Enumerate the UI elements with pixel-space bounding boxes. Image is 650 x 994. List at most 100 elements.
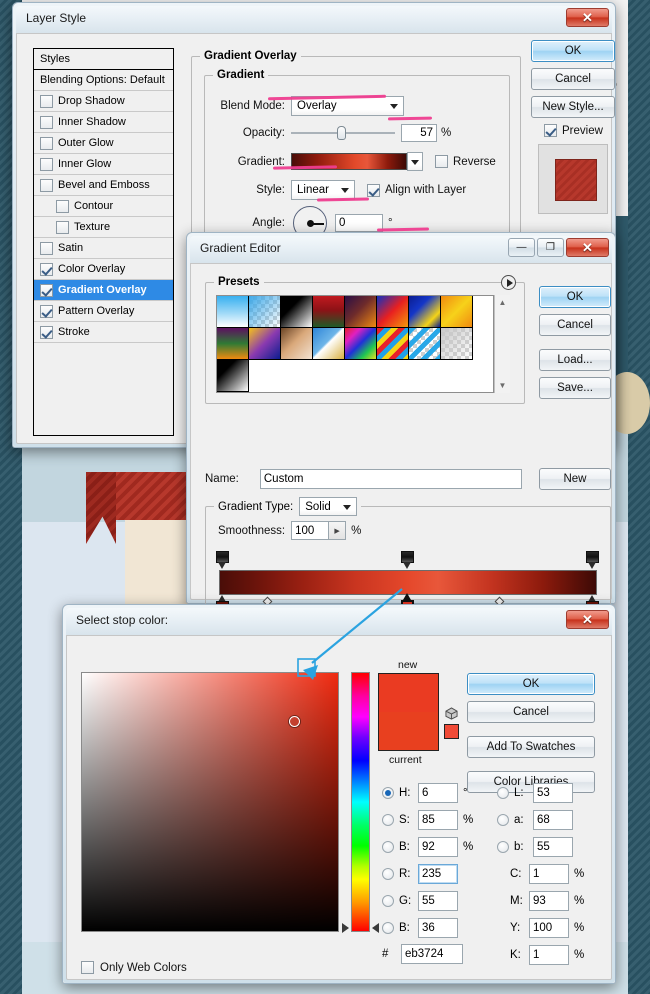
sidebar-item-color-overlay[interactable]: Color Overlay bbox=[34, 259, 173, 280]
layer-style-ok-button[interactable]: OK bbox=[531, 40, 615, 62]
effect-checkbox[interactable] bbox=[56, 200, 69, 213]
hue-slider[interactable] bbox=[351, 672, 370, 932]
gradient-editor-load-button[interactable]: Load... bbox=[539, 349, 611, 371]
color-field-input-y[interactable]: 100 bbox=[529, 918, 569, 938]
color-field-input-a[interactable]: 68 bbox=[533, 810, 573, 830]
color-mode-radio-b[interactable] bbox=[382, 922, 394, 934]
gradient-preset-5[interactable] bbox=[345, 296, 377, 328]
opacity-slider-thumb[interactable] bbox=[337, 126, 346, 140]
layer-style-titlebar[interactable]: Layer Style ✕ bbox=[16, 6, 612, 33]
gradient-type-select[interactable]: Solid bbox=[299, 497, 357, 516]
sidebar-item-bevel-and-emboss[interactable]: Bevel and Emboss bbox=[34, 175, 173, 196]
layer-style-cancel-button[interactable]: Cancel bbox=[531, 68, 615, 90]
color-picker-cursor[interactable] bbox=[289, 716, 300, 727]
layer-style-effects-list[interactable]: Styles Blending Options: Default Drop Sh… bbox=[33, 48, 174, 436]
opacity-input[interactable]: 57 bbox=[401, 124, 437, 142]
angle-input[interactable]: 0 bbox=[335, 214, 383, 232]
preview-checkbox[interactable] bbox=[544, 124, 557, 137]
gradient-preset-1[interactable] bbox=[217, 296, 249, 328]
effect-checkbox[interactable] bbox=[40, 242, 53, 255]
color-field-input-b[interactable]: 36 bbox=[418, 918, 458, 938]
color-field-input-h[interactable]: 6 bbox=[418, 783, 458, 803]
gradient-picker-dropdown[interactable] bbox=[407, 152, 423, 171]
close-icon[interactable]: ✕ bbox=[566, 8, 609, 27]
color-mode-radio-b[interactable] bbox=[497, 841, 509, 853]
gradient-preset-6[interactable] bbox=[377, 296, 409, 328]
maximize-icon[interactable]: ❐ bbox=[537, 238, 564, 257]
color-mode-radio-a[interactable] bbox=[497, 814, 509, 826]
color-field-input-g[interactable]: 55 bbox=[418, 891, 458, 911]
effect-checkbox[interactable] bbox=[56, 221, 69, 234]
sidebar-item-stroke[interactable]: Stroke bbox=[34, 322, 173, 343]
color-mode-radio-l[interactable] bbox=[497, 787, 509, 799]
color-mode-radio-s[interactable] bbox=[382, 814, 394, 826]
sidebar-item-pattern-overlay[interactable]: Pattern Overlay bbox=[34, 301, 173, 322]
effect-checkbox[interactable] bbox=[40, 137, 53, 150]
effect-checkbox[interactable] bbox=[40, 158, 53, 171]
gradient-editor-cancel-button[interactable]: Cancel bbox=[539, 314, 611, 336]
gradient-new-button[interactable]: New bbox=[539, 468, 611, 490]
gradient-preset-17[interactable] bbox=[217, 360, 249, 392]
gradient-preset-10[interactable] bbox=[249, 328, 281, 360]
sidebar-item-inner-shadow[interactable]: Inner Shadow bbox=[34, 112, 173, 133]
layer-style-new-style-button[interactable]: New Style... bbox=[531, 96, 615, 118]
color-field-input-r[interactable]: 235 bbox=[418, 864, 458, 884]
color-mode-radio-r[interactable] bbox=[382, 868, 394, 880]
web-safe-swatch[interactable] bbox=[444, 724, 459, 739]
gradient-preview-bar[interactable] bbox=[219, 570, 597, 595]
out-of-gamut-warning-icon[interactable] bbox=[445, 707, 458, 720]
reverse-checkbox[interactable] bbox=[435, 155, 448, 168]
gradient-preset-2[interactable] bbox=[249, 296, 281, 328]
effect-checkbox[interactable] bbox=[40, 95, 53, 108]
sidebar-item-inner-glow[interactable]: Inner Glow bbox=[34, 154, 173, 175]
effect-checkbox[interactable] bbox=[40, 305, 53, 318]
only-web-colors-row[interactable]: Only Web Colors bbox=[81, 961, 187, 974]
gradient-preset-12[interactable] bbox=[313, 328, 345, 360]
align-with-layer-checkbox[interactable] bbox=[367, 184, 380, 197]
scroll-down-icon[interactable]: ▼ bbox=[495, 378, 510, 393]
color-picker-cancel-button[interactable]: Cancel bbox=[467, 701, 595, 723]
gradient-preset-11[interactable] bbox=[281, 328, 313, 360]
gradient-preset-4[interactable] bbox=[313, 296, 345, 328]
gradient-preset-14[interactable] bbox=[377, 328, 409, 360]
gradient-editor-save-button[interactable]: Save... bbox=[539, 377, 611, 399]
only-web-colors-checkbox[interactable] bbox=[81, 961, 94, 974]
effect-checkbox[interactable] bbox=[40, 263, 53, 276]
color-picker-titlebar[interactable]: Select stop color: ✕ bbox=[66, 608, 612, 635]
smoothness-stepper[interactable]: ▶ bbox=[329, 521, 346, 540]
gradient-preset-9[interactable] bbox=[217, 328, 249, 360]
add-to-swatches-button[interactable]: Add To Swatches bbox=[467, 736, 595, 758]
opacity-stop-middle[interactable] bbox=[401, 551, 414, 569]
presets-scrollbar[interactable]: ▲ ▼ bbox=[494, 295, 510, 393]
gradient-editor-titlebar[interactable]: Gradient Editor — ❐ ✕ bbox=[190, 236, 612, 263]
gradient-preset-3[interactable] bbox=[281, 296, 313, 328]
opacity-stop-right[interactable] bbox=[586, 551, 599, 569]
color-mode-radio-g[interactable] bbox=[382, 895, 394, 907]
scroll-up-icon[interactable]: ▲ bbox=[495, 295, 510, 310]
gradient-name-input[interactable]: Custom bbox=[260, 469, 522, 489]
gradient-preset-16[interactable] bbox=[441, 328, 473, 360]
color-field-input-s[interactable]: 85 bbox=[418, 810, 458, 830]
opacity-slider[interactable] bbox=[291, 125, 395, 141]
minimize-icon[interactable]: — bbox=[508, 238, 535, 257]
gradient-editor-ok-button[interactable]: OK bbox=[539, 286, 611, 308]
gradient-preset-7[interactable] bbox=[409, 296, 441, 328]
presets-grid[interactable] bbox=[216, 295, 494, 393]
color-field-input-m[interactable]: 93 bbox=[529, 891, 569, 911]
sidebar-item-texture[interactable]: Texture bbox=[34, 217, 173, 238]
gradient-preset-15[interactable] bbox=[409, 328, 441, 360]
current-color-swatch[interactable] bbox=[379, 712, 438, 750]
effect-checkbox[interactable] bbox=[40, 179, 53, 192]
gradient-preset-8[interactable] bbox=[441, 296, 473, 328]
color-mode-radio-h[interactable] bbox=[382, 787, 394, 799]
hex-input[interactable]: eb3724 bbox=[401, 944, 463, 964]
color-mode-radio-b[interactable] bbox=[382, 841, 394, 853]
opacity-stop-left[interactable] bbox=[216, 551, 229, 569]
color-picker-ok-button[interactable]: OK bbox=[467, 673, 595, 695]
sidebar-item-gradient-overlay[interactable]: Gradient Overlay bbox=[34, 280, 173, 301]
smoothness-input[interactable]: 100 bbox=[291, 521, 329, 540]
preview-toggle-row[interactable]: Preview bbox=[544, 124, 603, 137]
sidebar-item-contour[interactable]: Contour bbox=[34, 196, 173, 217]
presets-menu-icon[interactable] bbox=[501, 275, 516, 290]
close-icon[interactable]: ✕ bbox=[566, 238, 609, 257]
